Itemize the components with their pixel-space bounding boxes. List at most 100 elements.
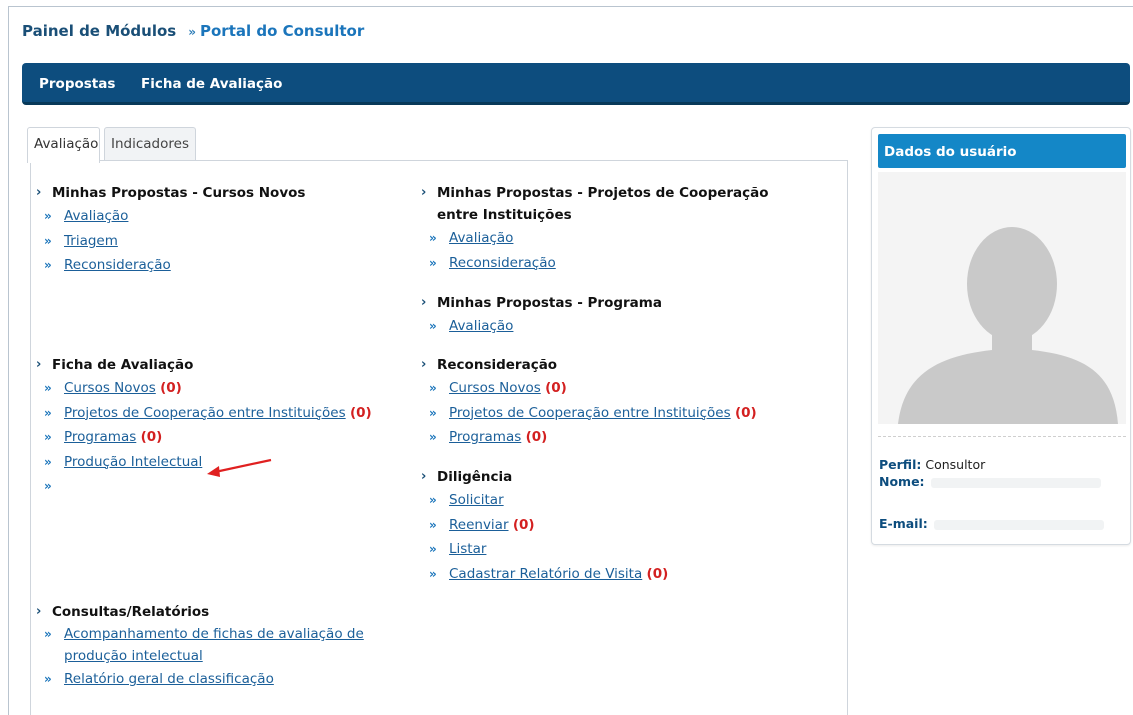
- link-recons-programas[interactable]: Programas: [449, 429, 521, 445]
- section-title: › Minhas Propostas - Programa: [421, 292, 801, 314]
- nav-item-propostas[interactable]: Propostas: [39, 76, 115, 92]
- nome-label: Nome:: [879, 474, 925, 489]
- list-item: » Programas (0): [421, 425, 801, 450]
- list-item: » Projetos de Cooperação entre Instituiçõ…: [421, 401, 801, 426]
- user-card: Dados do usuário Perfil: Consultor Nome:…: [871, 127, 1131, 545]
- double-chevron-icon: »: [44, 405, 52, 420]
- section-title: › Minhas Propostas - Projetos de Cooperaç…: [421, 182, 791, 226]
- count-badge: (0): [734, 404, 757, 421]
- user-nome-row: Nome:: [879, 474, 1101, 489]
- double-chevron-icon: »: [429, 319, 437, 333]
- count-badge: (0): [525, 429, 548, 445]
- caret-right-icon: ›: [421, 469, 427, 484]
- link-diligencia-solicitar[interactable]: Solicitar: [449, 492, 504, 508]
- breadcrumb-current[interactable]: Portal do Consultor: [200, 22, 364, 40]
- caret-right-icon: ›: [421, 295, 427, 310]
- breadcrumb: Painel de Módulos » Portal do Consultor: [22, 22, 364, 40]
- breadcrumb-root[interactable]: Painel de Módulos: [22, 22, 176, 40]
- count-badge: (0): [646, 565, 669, 582]
- double-chevron-icon: »: [429, 493, 437, 507]
- link-recons-cursos-novos[interactable]: Cursos Novos: [449, 380, 541, 396]
- link-cursos-novos-reconsideracao[interactable]: Reconsideração: [64, 257, 171, 273]
- link-diligencia-listar[interactable]: Listar: [449, 541, 486, 557]
- double-chevron-icon: »: [44, 627, 52, 641]
- list-item: » Listar: [421, 537, 801, 562]
- double-chevron-icon: »: [44, 209, 52, 223]
- list-item: » Reconsideração: [36, 253, 396, 278]
- list-item: » Cadastrar Relatório de Visita (0): [421, 562, 801, 587]
- main-navbar: Propostas Ficha de Avaliação: [22, 63, 1130, 105]
- annotation-arrow-icon: [207, 458, 272, 477]
- link-ficha-producao-intelectual[interactable]: Produção Intelectual: [64, 454, 202, 470]
- user-silhouette-icon: [898, 227, 1118, 424]
- user-perfil-row: Perfil: Consultor: [879, 457, 985, 472]
- double-chevron-icon: »: [44, 454, 52, 469]
- avatar: [878, 172, 1126, 424]
- caret-right-icon: ›: [421, 185, 427, 200]
- section-title: › Diligência: [421, 466, 801, 488]
- count-badge: (0): [512, 516, 535, 533]
- link-ficha-cursos-novos[interactable]: Cursos Novos: [64, 380, 156, 396]
- section-title: › Consultas/Relatórios: [36, 601, 396, 623]
- count-badge: (0): [545, 380, 567, 396]
- double-chevron-icon: »: [44, 258, 52, 272]
- link-programa-avaliacao[interactable]: Avaliação: [449, 318, 513, 334]
- list-item: » Solicitar: [421, 488, 801, 513]
- section-title: › Ficha de Avaliação: [36, 354, 416, 376]
- caret-right-icon: ›: [421, 357, 427, 372]
- list-item: » Relatório geral de classificação: [36, 667, 396, 692]
- caret-right-icon: ›: [36, 357, 42, 372]
- list-item: » Reconsideração: [421, 251, 801, 276]
- count-badge: (0): [349, 404, 372, 421]
- tab-avaliacao[interactable]: Avaliação: [27, 127, 100, 163]
- link-diligencia-reenviar[interactable]: Reenviar: [449, 517, 509, 533]
- link-cursos-novos-triagem[interactable]: Triagem: [64, 233, 118, 249]
- list-item: » Triagem: [36, 229, 396, 254]
- section-cursos-novos: › Minhas Propostas - Cursos Novos » Avalia…: [36, 182, 396, 278]
- list-item: » Projetos de Cooperação entre Instituiçõ…: [36, 401, 416, 426]
- double-chevron-icon: »: [429, 405, 437, 420]
- link-acompanhamento-fichas[interactable]: Acompanhamento de fichas de avaliação de…: [64, 626, 364, 664]
- double-chevron-icon: »: [44, 479, 52, 493]
- link-projetos-reconsideracao[interactable]: Reconsideração: [449, 255, 556, 271]
- link-ficha-projetos[interactable]: Projetos de Cooperação entre Instituiçõe…: [64, 405, 346, 421]
- link-diligencia-relatorio-visita[interactable]: Cadastrar Relatório de Visita: [449, 566, 642, 582]
- breadcrumb-separator-icon: »: [188, 25, 196, 39]
- redacted-value: [933, 519, 1104, 530]
- double-chevron-icon: »: [44, 381, 52, 395]
- section-programa: › Minhas Propostas - Programa » Avaliação: [421, 292, 801, 339]
- double-chevron-icon: »: [429, 542, 437, 556]
- section-projetos-cooperacao: › Minhas Propostas - Projetos de Cooperaç…: [421, 182, 801, 275]
- double-chevron-icon: »: [44, 233, 52, 248]
- nav-item-ficha-avaliacao[interactable]: Ficha de Avaliação: [141, 76, 282, 92]
- divider: [878, 436, 1126, 437]
- link-ficha-programas[interactable]: Programas: [64, 429, 136, 445]
- list-item: » Avaliação: [36, 204, 396, 229]
- list-item: » Avaliação: [421, 314, 801, 339]
- list-item: » Cursos Novos (0): [421, 376, 801, 401]
- link-recons-projetos[interactable]: Projetos de Cooperação entre Instituiçõe…: [449, 405, 731, 421]
- double-chevron-icon: »: [429, 231, 437, 245]
- double-chevron-icon: »: [429, 517, 437, 532]
- link-relatorio-geral[interactable]: Relatório geral de classificação: [64, 671, 274, 687]
- redacted-value: [930, 477, 1101, 488]
- list-item: » Programas (0): [36, 425, 416, 450]
- perfil-value: Consultor: [925, 457, 986, 472]
- tab-indicadores[interactable]: Indicadores: [104, 127, 196, 162]
- user-email-row: E-mail:: [879, 516, 1104, 531]
- link-cursos-novos-avaliacao[interactable]: Avaliação: [64, 208, 128, 224]
- count-badge: (0): [160, 380, 182, 396]
- perfil-label: Perfil:: [879, 457, 922, 472]
- link-projetos-avaliacao[interactable]: Avaliação: [449, 230, 513, 246]
- double-chevron-icon: »: [429, 255, 437, 270]
- list-item: » Avaliação: [421, 226, 801, 251]
- double-chevron-icon: »: [429, 566, 437, 581]
- caret-right-icon: ›: [36, 185, 42, 200]
- list-item: » Cursos Novos (0): [36, 376, 416, 401]
- section-diligencia: › Diligência » Solicitar » Reenviar (0) » Li…: [421, 466, 801, 586]
- user-card-header: Dados do usuário: [878, 134, 1126, 168]
- email-label: E-mail:: [879, 516, 928, 531]
- caret-right-icon: ›: [36, 604, 42, 619]
- list-item: » Reenviar (0): [421, 513, 801, 538]
- double-chevron-icon: »: [44, 430, 52, 444]
